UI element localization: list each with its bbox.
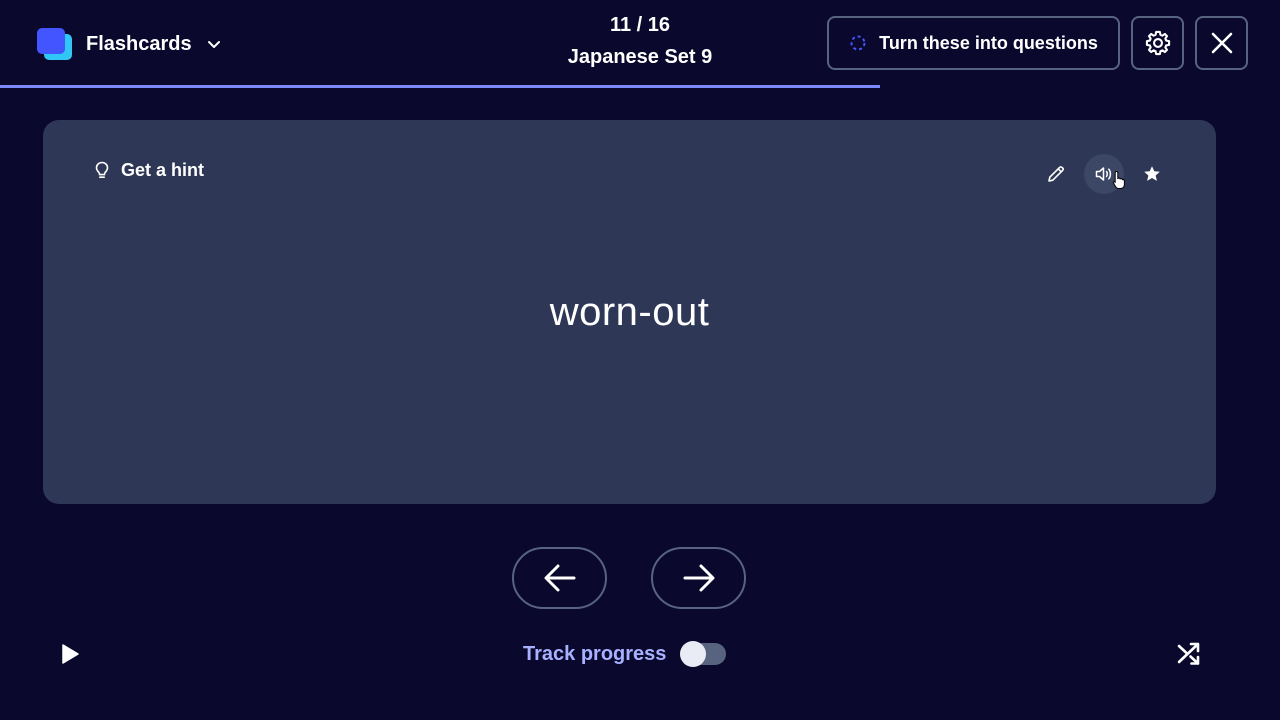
flashcard-term: worn-out: [549, 290, 710, 334]
loading-spinner-icon: [850, 35, 866, 51]
flashcards-logo-icon: [36, 26, 76, 62]
top-bar: Flashcards 11 / 16 Japanese Set 9 Turn t…: [0, 0, 1280, 86]
mode-switcher[interactable]: Flashcards: [36, 24, 222, 64]
close-icon: [1211, 32, 1232, 54]
card-counter: 11 / 16: [609, 14, 671, 36]
next-card-button[interactable]: [651, 547, 746, 609]
lightbulb-icon: [95, 161, 109, 178]
progress-bar: [0, 85, 1280, 88]
play-icon: [62, 644, 79, 664]
turn-into-questions-button[interactable]: Turn these into questions: [827, 16, 1120, 70]
settings-button[interactable]: [1131, 16, 1184, 70]
set-title: Japanese Set 9: [567, 46, 713, 68]
progress-bar-fill: [0, 85, 880, 88]
close-button[interactable]: [1195, 16, 1248, 70]
previous-card-button[interactable]: [512, 547, 607, 609]
turn-into-questions-label: Turn these into questions: [879, 32, 1098, 53]
card-actions: [1036, 154, 1172, 194]
toggle-knob: [680, 641, 707, 667]
set-info: 11 / 16 Japanese Set 9: [440, 12, 840, 72]
get-hint-button[interactable]: Get a hint: [95, 160, 204, 181]
chevron-down-icon: [207, 41, 220, 48]
edit-button[interactable]: [1036, 154, 1076, 194]
audio-button[interactable]: [1084, 154, 1124, 194]
autoplay-button[interactable]: [52, 636, 88, 672]
arrow-right-icon: [683, 564, 714, 592]
shuffle-button[interactable]: [1171, 636, 1207, 672]
speaker-icon: [1095, 167, 1112, 181]
star-icon: [1144, 166, 1160, 181]
track-progress: Track progress: [523, 638, 727, 670]
get-hint-label: Get a hint: [121, 160, 205, 180]
mode-label: Flashcards: [86, 32, 192, 55]
track-progress-label: Track progress: [523, 642, 667, 665]
star-button[interactable]: [1132, 154, 1172, 194]
flashcard[interactable]: Get a hint worn-out: [43, 120, 1216, 504]
edit-icon: [1048, 166, 1064, 182]
track-progress-toggle[interactable]: [680, 641, 727, 667]
arrow-left-icon: [544, 564, 575, 592]
shuffle-icon: [1177, 642, 1200, 665]
gear-icon: [1145, 30, 1170, 56]
